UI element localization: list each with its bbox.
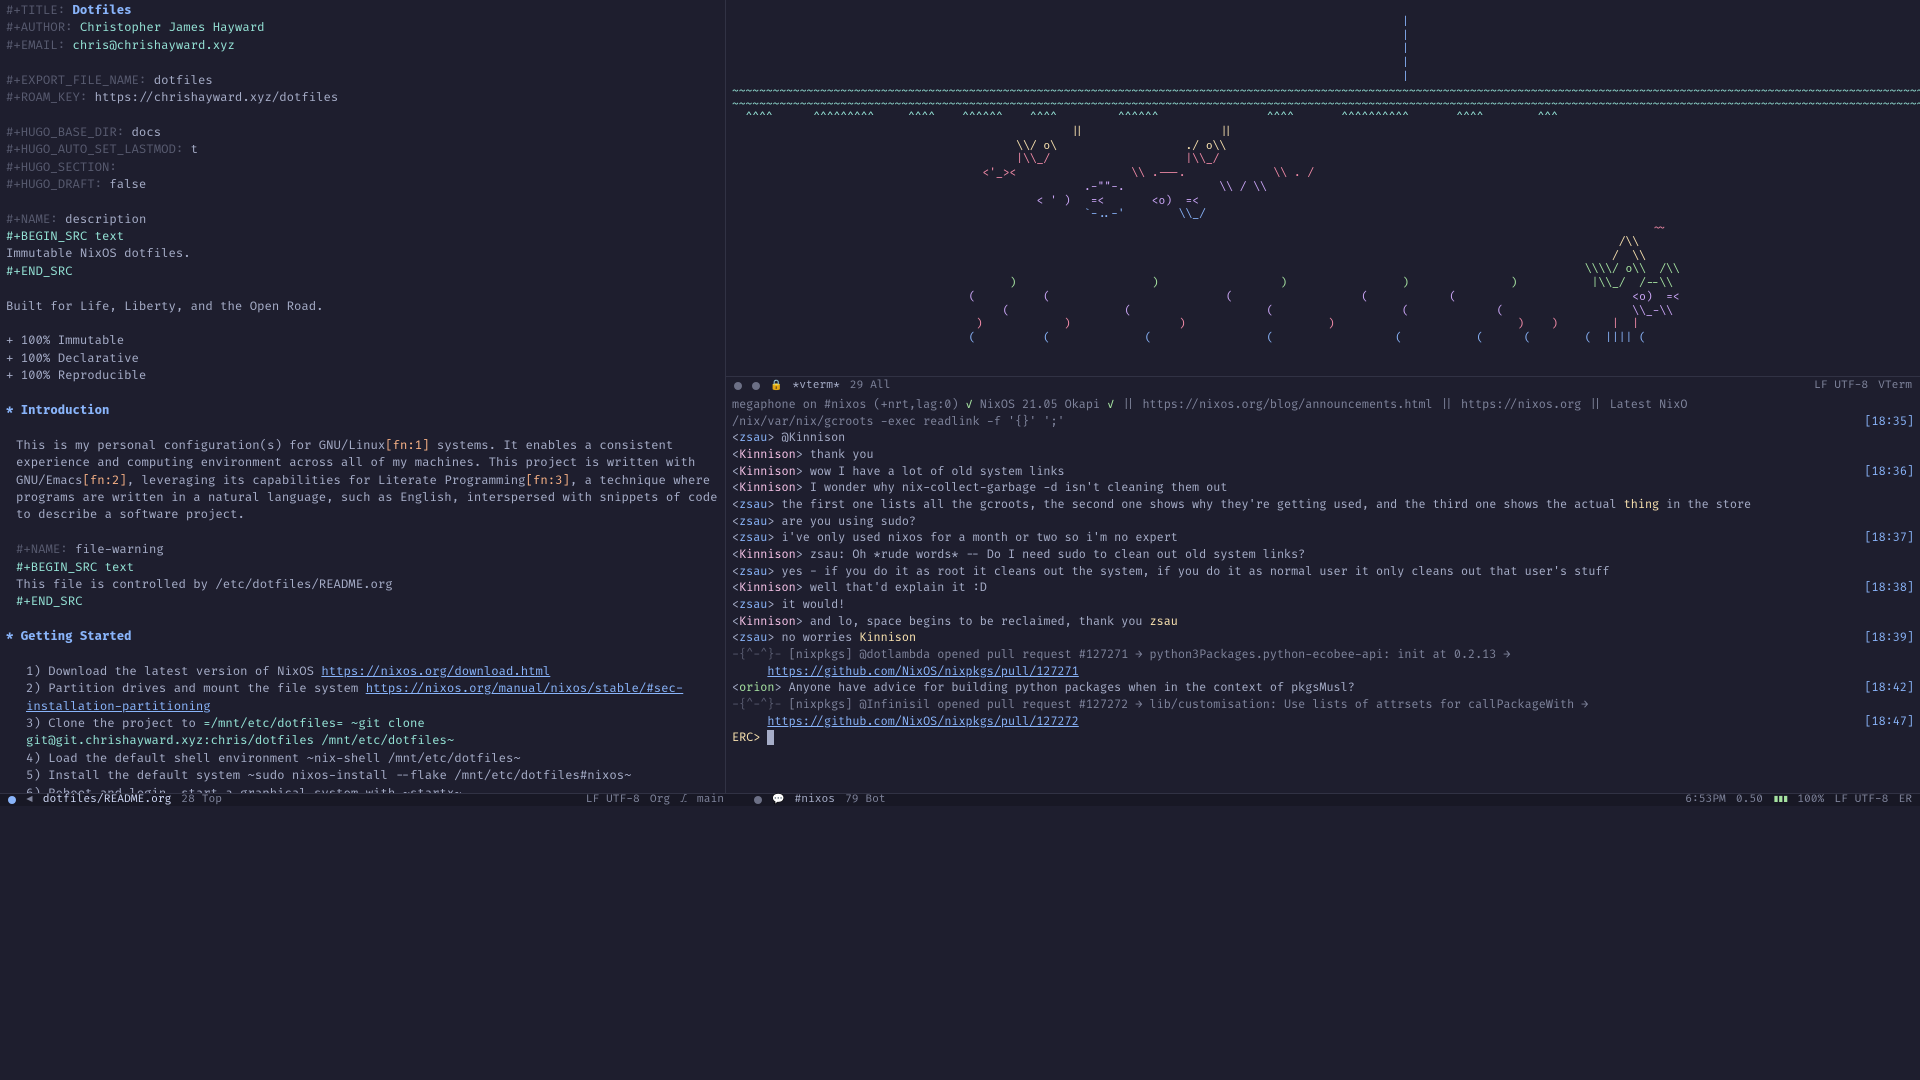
org-name1-key: #+NAME:: [6, 212, 58, 227]
erc-prompt-line[interactable]: ERC>: [732, 730, 1914, 747]
step-1: 1) Download the latest version of NixOS …: [6, 663, 719, 680]
org-hugo-lastmod: t: [191, 142, 198, 157]
org-hugo-base-key: #+HUGO_BASE_DIR:: [6, 125, 124, 140]
org-end-src2: #+END_SRC: [6, 593, 719, 610]
git-branch: main: [697, 792, 724, 808]
org-name2-key: #+NAME:: [16, 542, 68, 557]
status-dot-icon: [754, 796, 762, 804]
chat-bot-url: https://github.com/NixOS/nixpkgs/pull/12…: [732, 714, 1914, 731]
chat-msg: <zsau> are you using sudo?: [732, 514, 1914, 531]
heading-getting-started[interactable]: Getting Started: [21, 629, 132, 644]
org-end-src: #+END_SRC: [6, 263, 719, 280]
load-avg: 0.50: [1736, 792, 1763, 808]
chat-msg: <zsau> @Kinnison: [732, 430, 1914, 447]
chat-msg: <Kinnison> I wonder why nix-collect-garb…: [732, 480, 1914, 497]
chat-msg: <zsau> no worries Kinnison[18:39]: [732, 630, 1914, 647]
chat-bot-msg: -{^-^}- [nixpkgs] @Infinisil opened pull…: [732, 697, 1914, 714]
org-title-key: #+TITLE:: [6, 3, 65, 18]
org-author-key: #+AUTHOR:: [6, 20, 72, 35]
step-3: 3) Clone the project to =/mnt/etc/dotfil…: [6, 715, 719, 750]
org-export-key: #+EXPORT_FILE_NAME:: [6, 73, 146, 88]
chat-msg: <Kinnison> wow I have a lot of old syste…: [732, 464, 1914, 481]
org-bullet: + 100% Reproducible: [6, 367, 719, 384]
chat-msg: <Kinnison> well that'd explain it :D[18:…: [732, 580, 1914, 597]
pr-link[interactable]: https://github.com/NixOS/nixpkgs/pull/12…: [767, 714, 1078, 729]
chat-topic: megaphone on #nixos (+nrt,lag:0) ✓ NixOS…: [732, 397, 1914, 414]
major-mode: ER: [1898, 792, 1912, 808]
erc-prompt: ERC>: [732, 730, 760, 745]
cursor-icon: [767, 730, 774, 745]
branch-icon: [680, 792, 687, 808]
chat-msg: <zsau> yes - if you do it as root it cle…: [732, 564, 1914, 581]
step-2: 2) Partition drives and mount the file s…: [6, 680, 719, 715]
chat-msg: <zsau> it would!: [732, 597, 1914, 614]
org-tagline: Built for Life, Liberty, and the Open Ro…: [6, 298, 719, 315]
chat-icon: [772, 792, 784, 808]
star-icon: *: [6, 403, 13, 418]
footnote-2[interactable]: [fn:2]: [82, 473, 126, 488]
chat-msg: <orion> Anyone have advice for building …: [732, 680, 1914, 697]
intro-paragraph: This is my personal configuration(s) for…: [6, 437, 719, 524]
org-warn-body: This file is controlled by /etc/dotfiles…: [6, 576, 719, 593]
buffer-name: #nixos: [794, 792, 835, 808]
encoding: LF UTF-8: [1834, 792, 1888, 808]
org-hugo-draft-key: #+HUGO_DRAFT:: [6, 177, 102, 192]
buffer-position: 79 Bot: [845, 792, 886, 808]
clock: 6:53PM: [1685, 792, 1726, 808]
org-hugo-base: docs: [132, 125, 162, 140]
download-link[interactable]: https://nixos.org/download.html: [321, 664, 550, 679]
org-hugo-section-key: #+HUGO_SECTION:: [6, 160, 117, 175]
org-hugo-draft: false: [109, 177, 146, 192]
battery-pct: 100%: [1797, 792, 1824, 808]
chat-msg: <zsau> the first one lists all the gcroo…: [732, 497, 1914, 514]
org-title: Dotfiles: [72, 3, 131, 18]
org-name2: file-warning: [75, 542, 164, 557]
chat-topic-2: /nix/var/nix/gcroots -exec readlink -f '…: [732, 414, 1914, 431]
back-icon[interactable]: ◀: [26, 792, 33, 808]
footnote-3[interactable]: [fn:3]: [526, 473, 570, 488]
org-email: chris@chrishayward.xyz: [72, 38, 234, 53]
major-mode: Org: [650, 792, 670, 808]
chat-bot-msg: -{^-^}- [nixpkgs] @dotlambda opened pull…: [732, 647, 1914, 664]
heading-intro[interactable]: Introduction: [21, 403, 110, 418]
status-dot-icon: [8, 796, 16, 804]
org-desc-body: Immutable NixOS dotfiles.: [6, 245, 719, 262]
step-6: 6) Reboot and login, start a graphical s…: [6, 785, 719, 793]
bottom-modeline: ◀ dotfiles/README.org 28 Top LF UTF-8 Or…: [0, 793, 1920, 806]
org-roam-key: #+ROAM_KEY:: [6, 90, 87, 105]
org-bullet: + 100% Immutable: [6, 332, 719, 349]
org-export: dotfiles: [154, 73, 213, 88]
chat-msg: <Kinnison> thank you: [732, 447, 1914, 464]
encoding: LF UTF-8: [586, 792, 640, 808]
chat-msg: <zsau> i've only used nixos for a month …: [732, 530, 1914, 547]
org-buffer[interactable]: #+TITLE: Dotfiles #+AUTHOR: Christopher …: [0, 0, 726, 793]
org-name1: description: [65, 212, 146, 227]
footnote-1[interactable]: [fn:1]: [385, 438, 429, 453]
pr-link[interactable]: https://github.com/NixOS/nixpkgs/pull/12…: [767, 664, 1078, 679]
erc-pane[interactable]: megaphone on #nixos (+nrt,lag:0) ✓ NixOS…: [726, 395, 1920, 793]
vterm-pane[interactable]: | |: [726, 0, 1920, 395]
org-begin-src2: #+BEGIN_SRC text: [6, 559, 719, 576]
buffer-name: dotfiles/README.org: [43, 792, 172, 808]
battery-icon: [1773, 792, 1787, 808]
step-4: 4) Load the default shell environment ~n…: [6, 750, 719, 767]
org-hugo-lastmod-key: #+HUGO_AUTO_SET_LASTMOD:: [6, 142, 183, 157]
org-bullet: + 100% Declarative: [6, 350, 719, 367]
step-5: 5) Install the default system ~sudo nixo…: [6, 767, 719, 784]
org-author: Christopher James Hayward: [80, 20, 265, 35]
chat-msg: <Kinnison> zsau: Oh *rude words* -- Do I…: [732, 547, 1914, 564]
buffer-position: 28 Top: [181, 792, 222, 808]
org-email-key: #+EMAIL:: [6, 38, 65, 53]
org-begin-src: #+BEGIN_SRC text: [6, 228, 719, 245]
star-icon: *: [6, 629, 13, 644]
org-roam: https://chrishayward.xyz/dotfiles: [95, 90, 339, 105]
chat-bot-url: https://github.com/NixOS/nixpkgs/pull/12…: [732, 664, 1914, 681]
chat-msg: <Kinnison> and lo, space begins to be re…: [732, 614, 1914, 631]
